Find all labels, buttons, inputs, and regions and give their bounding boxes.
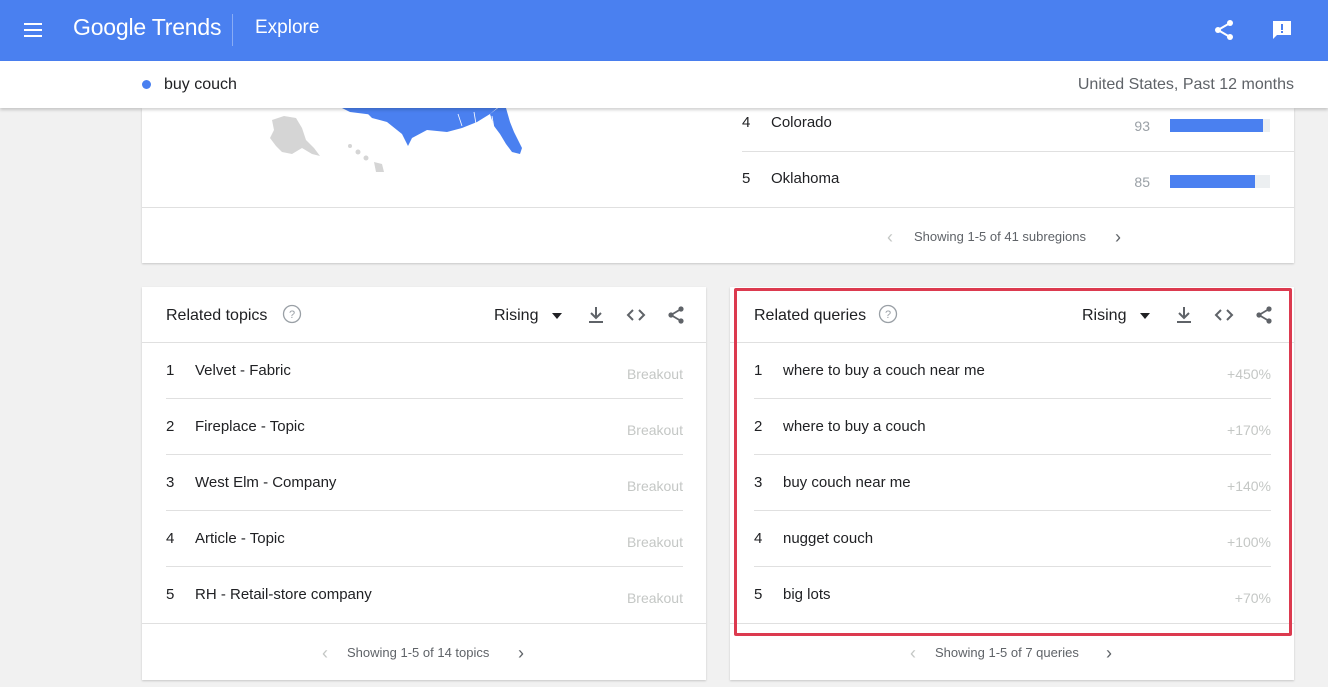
item-metric: +100% (1227, 534, 1271, 550)
subregion-bar (1170, 175, 1270, 188)
item-rank: 4 (166, 530, 175, 547)
embed-icon[interactable] (1213, 304, 1235, 326)
card-title: Related queries (754, 307, 867, 324)
list-item[interactable]: 4 Article - Topic Breakout (142, 511, 706, 567)
next-page-icon[interactable]: › (1115, 227, 1121, 248)
search-term-bar: buy couch United States, Past 12 months (0, 61, 1328, 108)
related-topics-card: Related topics ? Rising 1 Velvet - Fabri… (142, 287, 706, 680)
item-label[interactable]: Article - Topic (195, 530, 285, 547)
subregion-value: 93 (1134, 118, 1150, 134)
svg-text:?: ? (289, 309, 295, 321)
download-icon[interactable] (585, 304, 607, 326)
item-label[interactable]: West Elm - Company (195, 474, 336, 491)
interest-by-subregion-card: 4 Colorado 93 5 Oklahoma 85 ‹ Showing 1-… (142, 108, 1294, 263)
item-label[interactable]: nugget couch (783, 530, 873, 547)
item-metric: Breakout (626, 366, 683, 382)
list-item[interactable]: 5 RH - Retail-store company Breakout (142, 567, 706, 623)
item-metric: +170% (1227, 422, 1271, 438)
card-title: Related topics (166, 307, 268, 324)
item-rank: 2 (166, 418, 175, 435)
pager-label: Showing 1-5 of 41 subregions (914, 229, 1087, 244)
dropdown-value: Rising (1082, 307, 1127, 324)
item-metric: Breakout (626, 534, 683, 550)
pager-label: Showing 1-5 of 14 topics (347, 645, 490, 660)
term-color-dot (142, 80, 151, 89)
item-metric: +70% (1234, 590, 1271, 606)
dropdown-value: Rising (494, 307, 539, 324)
share-icon[interactable] (1212, 18, 1236, 42)
list-item[interactable]: 3 West Elm - Company Breakout (142, 455, 706, 511)
item-metric: Breakout (626, 590, 683, 606)
subregion-bar-fill (1170, 119, 1263, 132)
share-icon[interactable] (1253, 304, 1275, 326)
list-item[interactable]: 4 nugget couch +100% (730, 511, 1294, 567)
list-item[interactable]: 2 Fireplace - Topic Breakout (142, 399, 706, 455)
row-divider (742, 151, 1294, 152)
subregion-bar-fill (1170, 175, 1255, 188)
item-metric: Breakout (626, 422, 683, 438)
feedback-icon[interactable] (1270, 18, 1294, 42)
list-item[interactable]: 1 Velvet - Fabric Breakout (142, 343, 706, 399)
item-label[interactable]: buy couch near me (783, 474, 911, 491)
list-item[interactable]: 5 big lots +70% (730, 567, 1294, 623)
prev-page-icon[interactable]: ‹ (322, 643, 328, 664)
item-metric: +450% (1227, 366, 1271, 382)
google-trends-logo[interactable]: Google Trends (73, 14, 221, 41)
rising-dropdown[interactable]: Rising (1082, 307, 1151, 325)
item-rank: 3 (166, 474, 175, 491)
item-metric: Breakout (626, 478, 683, 494)
search-scope-label: United States, Past 12 months (1077, 76, 1294, 93)
download-icon[interactable] (1173, 304, 1195, 326)
rising-dropdown[interactable]: Rising (494, 307, 563, 325)
list-item[interactable]: 1 where to buy a couch near me +450% (730, 343, 1294, 399)
item-rank: 5 (166, 586, 175, 603)
item-metric: +140% (1227, 478, 1271, 494)
card-divider (730, 623, 1294, 624)
subregion-bar (1170, 119, 1270, 132)
subregion-rank: 4 (742, 114, 751, 131)
search-term-label[interactable]: buy couch (164, 76, 237, 94)
subregion-name[interactable]: Oklahoma (771, 170, 839, 187)
item-rank: 1 (754, 362, 763, 379)
subregion-row[interactable]: 5 Oklahoma 85 (742, 164, 1294, 220)
card-divider (142, 623, 706, 624)
chevron-down-icon (552, 312, 563, 319)
next-page-icon[interactable]: › (518, 643, 524, 664)
pager-label: Showing 1-5 of 7 queries (935, 645, 1079, 660)
item-label[interactable]: where to buy a couch (783, 418, 926, 435)
next-page-icon[interactable]: › (1106, 643, 1112, 664)
item-label[interactable]: where to buy a couch near me (783, 362, 985, 379)
item-rank: 1 (166, 362, 175, 379)
us-map (270, 108, 522, 172)
share-icon[interactable] (665, 304, 687, 326)
item-rank: 5 (754, 586, 763, 603)
related-queries-card: Related queries ? Rising 1 where to buy … (730, 287, 1294, 680)
list-item[interactable]: 3 buy couch near me +140% (730, 455, 1294, 511)
menu-icon[interactable] (22, 19, 44, 41)
item-label[interactable]: Fireplace - Topic (195, 418, 305, 435)
subregion-name[interactable]: Colorado (771, 114, 832, 131)
subregion-row[interactable]: 4 Colorado 93 (742, 108, 1294, 164)
item-label[interactable]: RH - Retail-store company (195, 586, 372, 603)
help-icon[interactable]: ? (878, 304, 898, 324)
page-title[interactable]: Explore (255, 17, 319, 39)
logo-divider (232, 14, 233, 46)
embed-icon[interactable] (625, 304, 647, 326)
item-label[interactable]: Velvet - Fabric (195, 362, 291, 379)
item-rank: 4 (754, 530, 763, 547)
item-label[interactable]: big lots (783, 586, 831, 603)
chevron-down-icon (1140, 312, 1151, 319)
prev-page-icon[interactable]: ‹ (910, 643, 916, 664)
item-rank: 3 (754, 474, 763, 491)
item-rank: 2 (754, 418, 763, 435)
svg-text:?: ? (885, 309, 891, 321)
list-item[interactable]: 2 where to buy a couch +170% (730, 399, 1294, 455)
prev-page-icon[interactable]: ‹ (887, 227, 893, 248)
app-bar: Google Trends Explore (0, 0, 1328, 61)
help-icon[interactable]: ? (282, 304, 302, 324)
subregion-rank: 5 (742, 170, 751, 187)
subregion-value: 85 (1134, 174, 1150, 190)
card-divider (142, 207, 1294, 208)
